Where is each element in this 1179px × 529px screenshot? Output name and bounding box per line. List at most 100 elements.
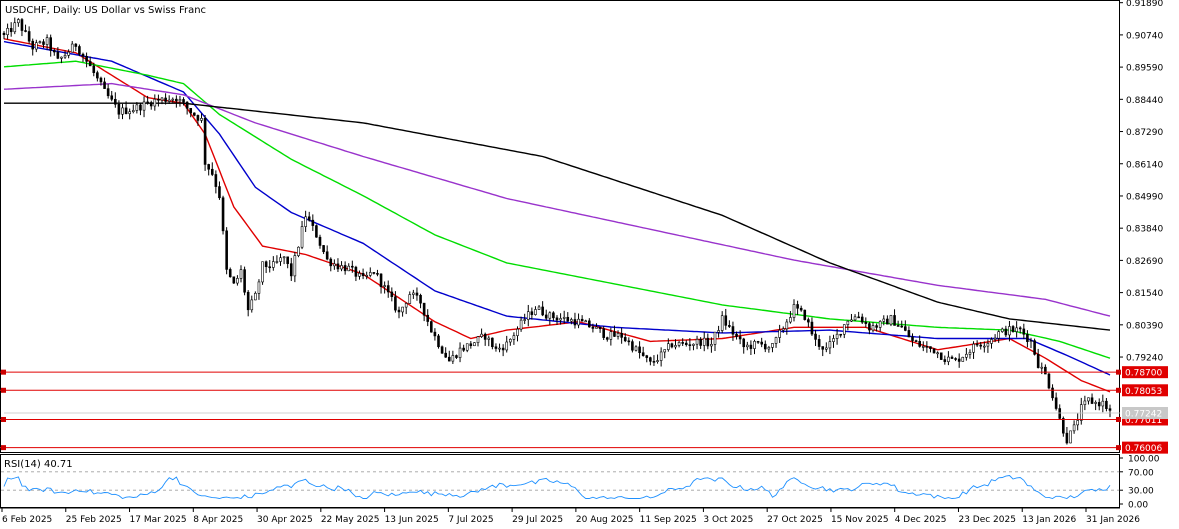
candle-body bbox=[972, 343, 975, 353]
candle-body bbox=[1029, 340, 1033, 342]
level-handle[interactable] bbox=[1116, 416, 1121, 422]
candle-body bbox=[300, 226, 304, 248]
candle-body bbox=[943, 359, 947, 362]
candle-body bbox=[325, 251, 329, 260]
candle-body bbox=[817, 339, 821, 347]
candle-body bbox=[724, 315, 728, 326]
candle-body bbox=[440, 346, 444, 354]
candle-body bbox=[315, 225, 318, 238]
candle-body bbox=[807, 319, 810, 323]
time-tick-label: 17 Mar 2025 bbox=[130, 515, 187, 525]
candle-body bbox=[480, 333, 483, 337]
candle-body bbox=[663, 349, 667, 353]
candle-body bbox=[383, 285, 386, 287]
candle-body bbox=[878, 321, 882, 328]
candle bbox=[803, 309, 807, 321]
candle-body bbox=[171, 98, 175, 101]
rsi-panel bbox=[0, 454, 1120, 508]
candle-body bbox=[667, 343, 670, 350]
candle-body bbox=[178, 99, 182, 102]
candle-body bbox=[390, 291, 394, 297]
level-handle[interactable] bbox=[1, 445, 6, 451]
candle bbox=[315, 224, 318, 238]
price-tick-label: 0.89590 bbox=[1126, 64, 1163, 74]
candle-body bbox=[63, 55, 67, 58]
level-handle[interactable] bbox=[1116, 369, 1121, 375]
price-tick-label: 0.90740 bbox=[1126, 31, 1163, 41]
candle-body bbox=[289, 263, 293, 277]
candle-body bbox=[70, 43, 74, 53]
price-tick-label: 0.86140 bbox=[1126, 160, 1163, 170]
candle bbox=[221, 195, 225, 235]
candle-body bbox=[60, 56, 63, 59]
candle-body bbox=[580, 318, 584, 322]
candle-body bbox=[1047, 373, 1051, 389]
candle-body bbox=[455, 355, 458, 358]
time-tick-label: 27 Oct 2025 bbox=[767, 515, 823, 525]
candle-body bbox=[476, 336, 480, 343]
level-price-label: 0.76006 bbox=[1125, 444, 1162, 454]
candle-body bbox=[246, 291, 250, 311]
price-tick-label: 0.87290 bbox=[1126, 128, 1163, 138]
candle-body bbox=[386, 285, 390, 293]
candle-body bbox=[458, 347, 462, 358]
candle-body bbox=[889, 315, 893, 325]
candle bbox=[1047, 372, 1051, 390]
level-handle[interactable] bbox=[1116, 387, 1121, 393]
candle-body bbox=[17, 19, 20, 24]
candle-body bbox=[720, 315, 724, 331]
level-handle[interactable] bbox=[1116, 445, 1121, 451]
candle-body bbox=[756, 341, 760, 343]
candle-body bbox=[735, 333, 738, 337]
candle-body bbox=[864, 321, 868, 324]
candle-body bbox=[42, 41, 45, 45]
candle-body bbox=[498, 347, 501, 350]
candle-body bbox=[340, 265, 343, 270]
candle-body bbox=[616, 333, 620, 337]
candle-body bbox=[311, 219, 315, 226]
level-handle[interactable] bbox=[1, 387, 6, 393]
price-tick-label: 0.82690 bbox=[1126, 257, 1163, 267]
candle-body bbox=[1090, 397, 1094, 404]
candle-body bbox=[297, 246, 300, 256]
rsi-tick-label: 100.00 bbox=[1128, 455, 1160, 465]
candle-body bbox=[728, 325, 731, 327]
candle-body bbox=[1004, 328, 1008, 336]
candle-body bbox=[505, 341, 509, 351]
level-handle[interactable] bbox=[1, 369, 6, 375]
candle-body bbox=[638, 346, 641, 353]
candle-body bbox=[781, 328, 785, 331]
candle-body bbox=[588, 320, 591, 328]
candle-body bbox=[595, 326, 598, 329]
candle-body bbox=[1051, 387, 1054, 399]
candle-body bbox=[329, 258, 333, 267]
candle-body bbox=[896, 325, 900, 327]
time-tick-label: 23 Dec 2025 bbox=[958, 515, 1016, 525]
candle-body bbox=[272, 261, 275, 268]
candle-body bbox=[358, 273, 361, 277]
candle-body bbox=[702, 337, 706, 346]
candle-body bbox=[900, 325, 904, 328]
candle-body bbox=[609, 331, 613, 340]
candle-body bbox=[193, 112, 196, 116]
candle-body bbox=[652, 361, 656, 363]
level-price-label: 0.78700 bbox=[1125, 369, 1162, 379]
level-handle[interactable] bbox=[1, 416, 6, 422]
candle-body bbox=[160, 97, 164, 101]
candle-body bbox=[796, 304, 799, 309]
candle-body bbox=[1018, 327, 1022, 330]
level-price-label: 0.78053 bbox=[1125, 387, 1162, 397]
candle-body bbox=[1097, 402, 1101, 407]
candle-body bbox=[947, 356, 950, 362]
candle-body bbox=[519, 319, 523, 330]
candle-body bbox=[1079, 404, 1083, 421]
candle-body bbox=[322, 245, 325, 253]
candle-body bbox=[96, 72, 99, 79]
candle-body bbox=[767, 347, 771, 350]
candle bbox=[1033, 338, 1036, 356]
candle-body bbox=[904, 326, 907, 331]
candle-body bbox=[131, 110, 135, 113]
candle-body bbox=[738, 336, 742, 340]
time-tick-label: 30 Apr 2025 bbox=[257, 515, 313, 525]
candle-body bbox=[103, 81, 106, 89]
